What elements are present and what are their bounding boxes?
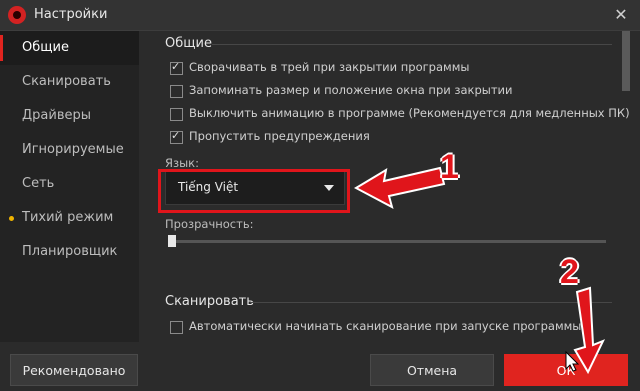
- arrow-1-icon: [353, 166, 446, 209]
- annotation-layer: [353, 166, 606, 375]
- annotation-step-2: 2: [560, 253, 579, 291]
- arrow-2-icon: [573, 286, 606, 375]
- mouse-cursor-icon: [565, 350, 580, 372]
- annotation-step-1: 1: [440, 148, 459, 186]
